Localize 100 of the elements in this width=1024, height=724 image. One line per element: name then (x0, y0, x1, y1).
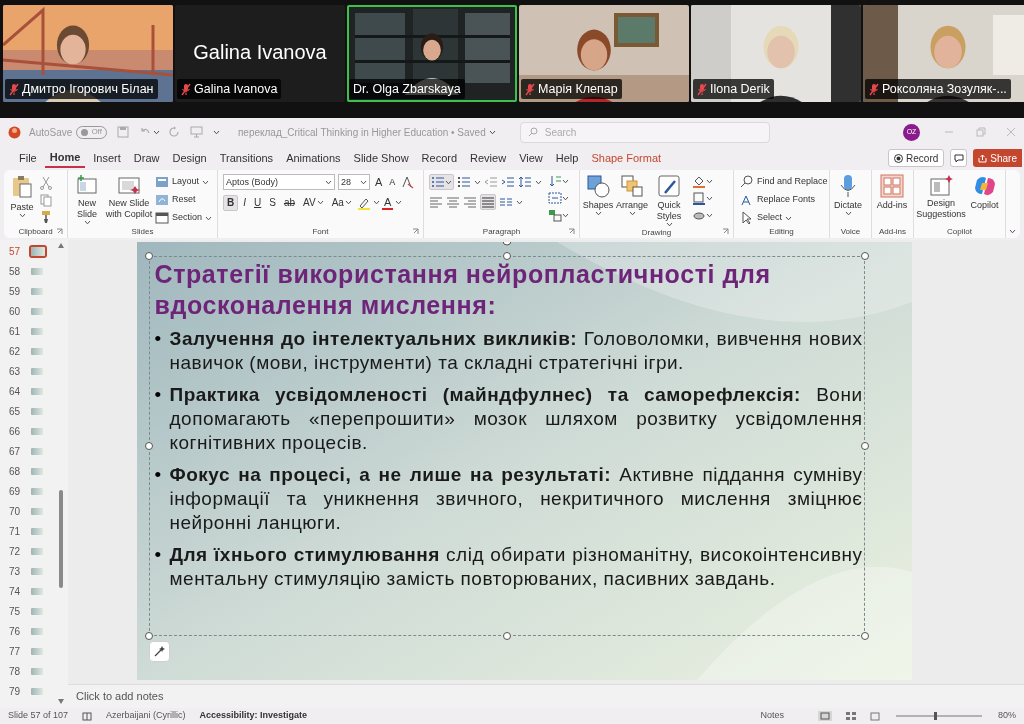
ribbon-tab[interactable]: Design (167, 148, 212, 168)
dialog-launcher-icon[interactable] (412, 228, 419, 235)
copilot-icon[interactable] (972, 174, 997, 198)
shapes-button[interactable]: Shapes (583, 174, 613, 216)
slide-thumbnail-item[interactable]: 67 (0, 441, 68, 461)
designer-button[interactable] (148, 641, 170, 662)
slide-thumbnail-item[interactable]: 77 (0, 641, 68, 661)
design-suggestions-button[interactable]: Design Suggestions (917, 174, 965, 220)
ribbon-tab[interactable]: Shape Format (586, 148, 667, 168)
change-case-button[interactable]: Aa (328, 194, 355, 211)
ribbon-tab[interactable]: File (14, 148, 42, 168)
slide-thumbnail-item[interactable]: 73 (0, 561, 68, 581)
video-tile[interactable]: Дмитро Ігорович Білан (3, 5, 173, 102)
search-icon[interactable] (740, 175, 754, 189)
resize-handle[interactable] (502, 632, 511, 640)
resize-handle[interactable] (860, 632, 869, 640)
new-slide-icon[interactable] (75, 174, 99, 196)
slide-thumbnail-item[interactable]: 63 (0, 361, 68, 381)
resize-handle[interactable] (144, 252, 153, 260)
video-tile[interactable]: Марія Клепар (519, 5, 689, 102)
select-button[interactable]: Select (740, 210, 828, 226)
shadow-button[interactable]: S (266, 194, 279, 211)
character-spacing-button[interactable]: AV (300, 194, 327, 211)
resize-handle[interactable] (502, 252, 511, 260)
paste-button[interactable]: Paste (7, 174, 37, 218)
video-tile[interactable]: Galina Ivanova Galina Ivanova (175, 5, 345, 102)
zoom-level[interactable]: 80% (998, 709, 1016, 723)
record-button[interactable]: Record (888, 149, 945, 167)
share-button[interactable]: Share (973, 149, 1022, 167)
save-icon[interactable] (116, 126, 129, 138)
ribbon-tab[interactable]: Transitions (214, 148, 279, 168)
justify-icon[interactable] (481, 195, 495, 209)
scroll-down-icon[interactable] (58, 699, 64, 704)
shapes-icon[interactable] (586, 174, 610, 198)
resize-handle[interactable] (860, 442, 869, 450)
add-ins-button[interactable]: Add-ins (875, 174, 909, 211)
notes-button[interactable]: Notes (760, 709, 784, 723)
slide-thumbnail-item[interactable]: 79 (0, 681, 68, 701)
line-spacing-icon[interactable] (518, 175, 532, 189)
new-slide-with-copilot-button[interactable]: New Slide with Copilot (105, 174, 153, 220)
comments-button[interactable] (950, 149, 968, 167)
slide-thumbnail-item[interactable]: 68 (0, 461, 68, 481)
cut-icon[interactable] (39, 176, 53, 190)
smartart-icon[interactable] (548, 208, 562, 222)
reading-view-icon[interactable] (870, 711, 880, 721)
scroll-up-icon[interactable] (58, 243, 64, 248)
resize-handle[interactable] (860, 252, 869, 260)
numbering-icon[interactable] (457, 175, 471, 189)
replace-fonts-button[interactable]: Replace Fonts (740, 192, 828, 208)
ribbon-tab[interactable]: Review (465, 148, 512, 168)
slide-thumbnail-item[interactable]: 61 (0, 321, 68, 341)
layout-button[interactable]: Layout (155, 174, 213, 190)
clear-formatting-icon[interactable] (400, 175, 415, 190)
ribbon-tab[interactable]: Record (416, 148, 463, 168)
notes-placeholder[interactable]: Click to add notes (76, 688, 164, 705)
arrange-icon[interactable] (620, 174, 644, 198)
bullets-icon[interactable] (431, 175, 445, 189)
zoom-slider-icon[interactable] (894, 712, 984, 720)
find-and-replace-button[interactable]: Find and Replace (740, 174, 828, 190)
shape-fill-icon[interactable] (692, 174, 706, 188)
add-ins-icon[interactable] (880, 174, 904, 198)
quick-styles-button[interactable]: Quick Styles (651, 174, 687, 227)
ribbon-tab[interactable]: View (514, 148, 548, 168)
scrollbar-thumb[interactable] (59, 490, 63, 588)
normal-view-icon[interactable] (818, 711, 832, 721)
bold-button[interactable]: B (223, 194, 239, 211)
language-status[interactable]: Azerbaijani (Cyrillic) (106, 709, 186, 723)
ribbon-tab[interactable]: Help (550, 148, 584, 168)
copilot-button[interactable]: Copilot (967, 174, 1002, 211)
slide-thumbnail-item[interactable]: 64 (0, 381, 68, 401)
search-field[interactable]: Search (519, 121, 770, 143)
video-tile[interactable]: Dr. Olga Zbarskaya (347, 5, 517, 102)
slide-thumbnail-item[interactable]: 72 (0, 541, 68, 561)
slide-thumbnail-item[interactable]: 71 (0, 521, 68, 541)
video-tile[interactable]: Ilona Derik (691, 5, 861, 102)
shape-outline-icon[interactable] (692, 191, 706, 205)
format-painter-icon[interactable] (39, 210, 53, 224)
resize-handle[interactable] (144, 632, 153, 640)
text-direction-icon[interactable] (548, 174, 562, 188)
section-icon[interactable] (155, 211, 169, 225)
resize-handle[interactable] (144, 442, 153, 450)
ribbon-tab[interactable]: Insert (88, 148, 126, 168)
ribbon-tab[interactable]: Home (44, 148, 86, 168)
dictate-button[interactable]: Dictate (833, 174, 863, 216)
clipboard-icon[interactable] (10, 174, 34, 200)
video-tile[interactable]: Роксоляна Зозуляк-... (863, 5, 1024, 102)
slide-thumbnail-item[interactable]: 58 (0, 261, 68, 281)
slide-thumbnail-item[interactable]: 57 (0, 241, 68, 261)
spelling-icon[interactable] (82, 711, 93, 721)
slide-thumbnail-item[interactable]: 76 (0, 621, 68, 641)
slide-thumbnail-item[interactable]: 65 (0, 401, 68, 421)
accessibility-status[interactable]: Accessibility: Investigate (199, 709, 308, 723)
ribbon-tab[interactable]: Animations (281, 148, 346, 168)
slide-thumbnail-item[interactable]: 78 (0, 661, 68, 681)
strikethrough-button[interactable]: ab (280, 194, 299, 211)
slide-thumbnail-item[interactable]: 62 (0, 341, 68, 361)
font-size-field[interactable]: 28 (338, 174, 370, 191)
ribbon-tab[interactable]: Slide Show (348, 148, 414, 168)
pointer-icon[interactable] (740, 211, 754, 225)
slide-thumbnail-item[interactable]: 74 (0, 581, 68, 601)
